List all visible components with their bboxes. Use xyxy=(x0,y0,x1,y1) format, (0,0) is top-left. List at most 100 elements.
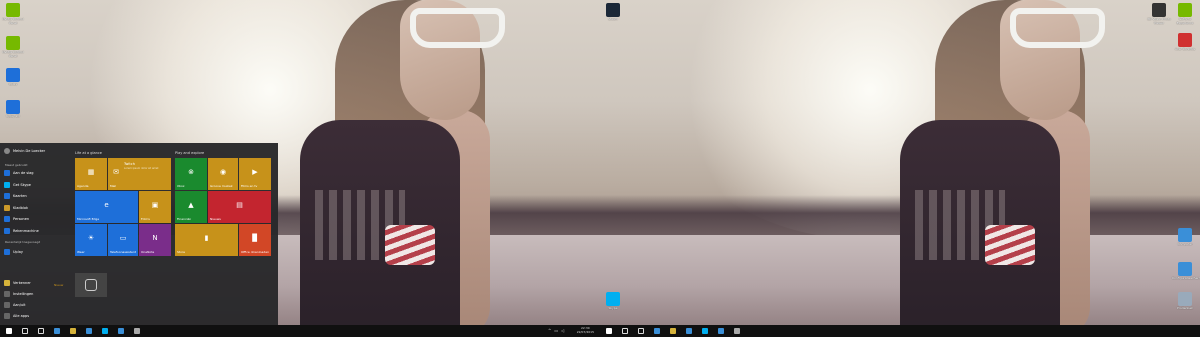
steam-icon xyxy=(134,328,140,334)
desktop-icon-label: Uplay xyxy=(8,82,18,86)
nvidia-icon xyxy=(6,36,20,50)
group-play-title: Play and explore xyxy=(175,151,205,155)
most-used-header: Meest gebruikt xyxy=(5,163,28,167)
start-menu-item[interactable]: Aan/uit xyxy=(4,302,26,308)
user-account[interactable]: Melvin De Loecker xyxy=(4,148,45,154)
start-menu-item[interactable]: Instellingen xyxy=(4,291,33,297)
tile[interactable]: N OneNote xyxy=(139,224,171,256)
desktop-icon[interactable]: Uplay 2D xyxy=(0,100,26,119)
tile-icon: ▲ xyxy=(188,201,194,210)
tile-icon: ▉ xyxy=(252,234,258,243)
start-menu-item[interactable]: Aan de slag xyxy=(4,170,34,176)
calculator-icon xyxy=(4,227,10,234)
tile[interactable]: ▉ Office downloaden xyxy=(239,224,271,256)
chevron-up-icon[interactable]: ^ xyxy=(548,328,551,333)
desktop-icon[interactable]: Configuratiescherm xyxy=(1172,262,1200,281)
windows-taskbar-button[interactable] xyxy=(604,327,614,335)
desktop-icon[interactable]: GeForce Experience xyxy=(1172,3,1198,25)
right-monitor: Steam 3D Vision Photo Viewer GeForce Exper… xyxy=(600,0,1200,337)
explorer-icon xyxy=(4,280,10,286)
clock[interactable]: 22:30 22/07/2015 xyxy=(577,326,594,334)
start-menu-item[interactable]: Uplay xyxy=(4,249,23,255)
windows-icon xyxy=(606,328,612,334)
desktop-icon[interactable]: Prullenbak xyxy=(1172,292,1198,311)
task-view-taskbar-button[interactable] xyxy=(36,327,46,335)
edge-taskbar-button[interactable] xyxy=(652,327,662,335)
maps-icon xyxy=(4,193,10,199)
desktop-icon-label: Steam xyxy=(608,17,618,21)
mail-tile-title: Twitch xyxy=(124,162,135,166)
desktop-icon[interactable]: Nvidia Control Panel xyxy=(0,36,26,58)
start-menu-item[interactable]: Kladblok xyxy=(4,204,28,211)
gear-icon xyxy=(4,291,10,297)
windows-taskbar-button[interactable] xyxy=(4,327,14,335)
tile-icon: ▦ xyxy=(87,168,95,177)
start-menu-item[interactable]: Alle apps xyxy=(4,313,29,319)
mail-taskbar-button[interactable] xyxy=(716,327,726,335)
start-menu-item-label: Kaarten xyxy=(13,194,27,198)
steam-taskbar-button[interactable] xyxy=(732,327,742,335)
sunglasses xyxy=(1010,8,1105,48)
tile-icon: ✉ xyxy=(113,168,119,177)
start-menu-item[interactable]: Get Skype xyxy=(4,181,31,188)
uplay-icon xyxy=(6,100,20,114)
tile-label: Foto's xyxy=(141,217,150,221)
tile-icon: ▭ xyxy=(119,234,127,243)
tile[interactable]: ◉ Groove muziek xyxy=(208,158,238,190)
desktop-icon-label: GeForce Experience xyxy=(1176,17,1194,25)
tile-label: Store xyxy=(177,250,185,254)
desktop-icon[interactable]: Acer Controls xyxy=(1172,33,1198,52)
tile-icon: ▶ xyxy=(252,168,258,177)
store-taskbar-button[interactable] xyxy=(84,327,94,335)
app-icon xyxy=(1178,33,1192,47)
tile[interactable]: ▭ Telefoonassistent xyxy=(108,224,138,256)
tile[interactable]: ☀ Weer xyxy=(75,224,107,256)
power-icon xyxy=(4,302,10,308)
desktop-icon[interactable]: Skype xyxy=(600,292,626,311)
skype-taskbar-button[interactable] xyxy=(700,327,710,335)
store-taskbar-button[interactable] xyxy=(684,327,694,335)
tile[interactable]: ✉ Mail Twitch Lorem ipsum dolor sit amet xyxy=(108,158,171,190)
tile[interactable]: ▦ Agenda xyxy=(75,158,107,190)
tile[interactable]: ⊗ Xbox xyxy=(175,158,207,190)
network-icon[interactable]: ▭ xyxy=(554,328,558,333)
mail-icon xyxy=(118,328,124,334)
search-taskbar-button[interactable] xyxy=(20,327,30,335)
nvidia-icon xyxy=(6,3,20,17)
desktop-icon[interactable]: Nvidia Control Panel xyxy=(0,3,26,25)
tile[interactable]: ▤ Nieuws xyxy=(208,191,271,223)
explorer-taskbar-button[interactable] xyxy=(68,327,78,335)
task-view-taskbar-button[interactable] xyxy=(636,327,646,335)
tile[interactable]: ▣ Foto's xyxy=(139,191,171,223)
desktop-icon-label: Skype xyxy=(608,306,618,310)
search-taskbar-button[interactable] xyxy=(620,327,630,335)
desktop-icon[interactable]: Computer xyxy=(1172,228,1198,247)
desktop-icon[interactable]: Uplay xyxy=(0,68,26,87)
start-menu-item[interactable]: Verkenner xyxy=(4,280,31,286)
skype-taskbar-button[interactable] xyxy=(100,327,110,335)
start-menu-item-label: Uplay xyxy=(13,250,23,254)
skype-icon xyxy=(606,292,620,306)
tile[interactable]: ▶ Films en tv xyxy=(239,158,271,190)
tile-label: Office downloaden xyxy=(241,250,269,254)
list-icon xyxy=(4,313,10,319)
tile-label: Mail xyxy=(110,184,117,188)
tile-icon: N xyxy=(152,234,158,243)
tile[interactable]: e Microsoft Edge xyxy=(75,191,138,223)
steam-taskbar-button[interactable] xyxy=(132,327,142,335)
tile-label: Agenda xyxy=(77,184,89,188)
tile[interactable]: ▲ Financiën xyxy=(175,191,207,223)
edge-taskbar-button[interactable] xyxy=(52,327,62,335)
volume-icon[interactable]: ◁ xyxy=(561,328,564,333)
pinned-app-tile[interactable] xyxy=(75,273,107,297)
tile[interactable]: ▮ Store xyxy=(175,224,238,256)
steam-icon xyxy=(606,3,620,17)
skype-icon xyxy=(102,328,108,334)
start-menu-item[interactable]: Rekenmachine xyxy=(4,227,39,234)
desktop-icon[interactable]: Steam xyxy=(600,3,626,22)
explorer-taskbar-button[interactable] xyxy=(668,327,678,335)
start-menu-item[interactable]: Kaarten xyxy=(4,193,27,199)
desktop-icon[interactable]: 3D Vision Photo Viewer xyxy=(1146,3,1172,25)
mail-taskbar-button[interactable] xyxy=(116,327,126,335)
start-menu-item[interactable]: Personen xyxy=(4,216,29,222)
